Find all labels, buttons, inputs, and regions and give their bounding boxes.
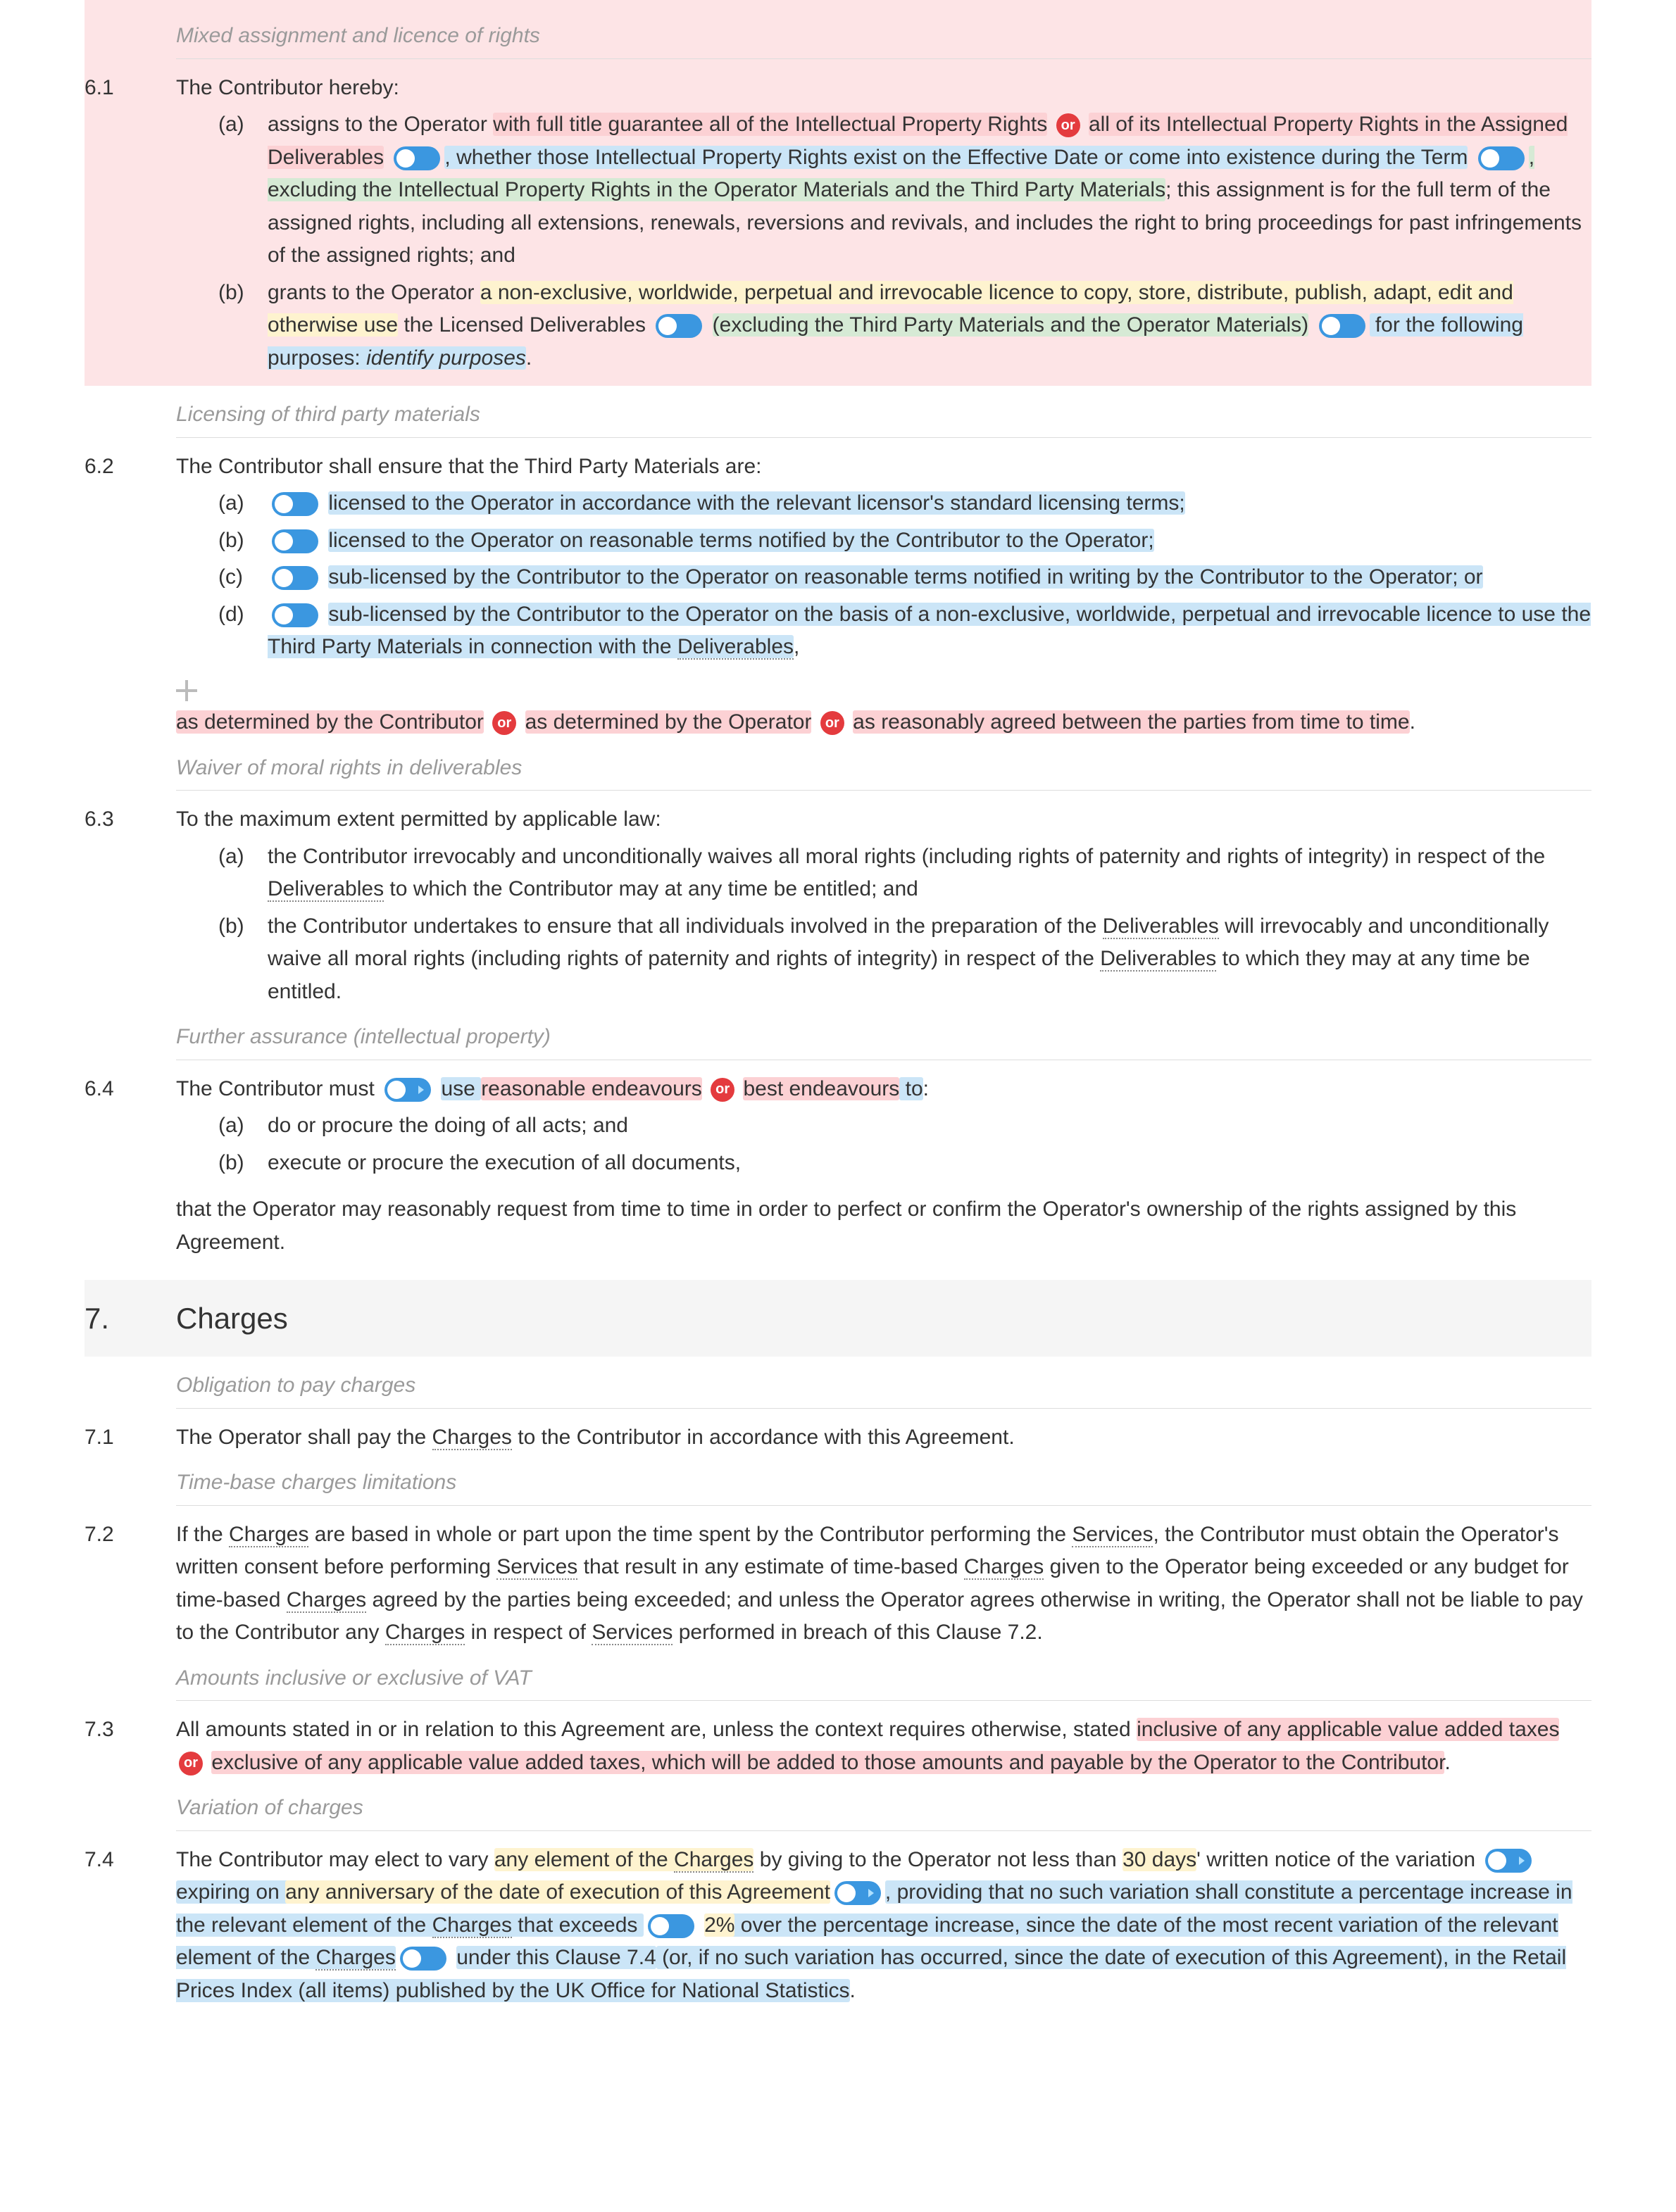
text-6-1-b: grants to the Operator a non-exclusive, … (268, 277, 1591, 375)
toggle-icon[interactable] (272, 529, 318, 553)
clause-num-7-4: 7.4 (85, 1844, 176, 2008)
or-badge[interactable]: or (492, 711, 516, 735)
toggle-icon[interactable] (272, 492, 318, 516)
toggle-icon[interactable] (1478, 146, 1525, 170)
marker-6-1-a: (a) (218, 108, 268, 272)
toggle-icon[interactable] (272, 566, 318, 590)
clause-6-4-trailing: that the Operator may reasonably request… (176, 1193, 1591, 1259)
toggle-icon[interactable] (834, 1881, 881, 1905)
subhead-6-4: Further assurance (intellectual property… (176, 1008, 1591, 1060)
toggle-icon[interactable] (272, 603, 318, 627)
clause-num-7-3: 7.3 (85, 1714, 176, 1779)
subhead-7-1: Obligation to pay charges (176, 1357, 1591, 1409)
toggle-icon[interactable] (384, 1078, 431, 1102)
clause-num-6-4: 6.4 (85, 1073, 176, 1259)
clause-6-1-intro: The Contributor hereby: (176, 72, 1591, 105)
text-6-2-a: licensed to the Operator in accordance w… (268, 487, 1591, 520)
text-6-2-d: sub-licensed by the Contributor to the O… (268, 598, 1591, 664)
toggle-icon[interactable] (656, 314, 702, 338)
text-6-2-b: licensed to the Operator on reasonable t… (268, 524, 1591, 558)
subhead-7-3: Amounts inclusive or exclusive of VAT (176, 1649, 1591, 1702)
clause-6-1-block: Mixed assignment and licence of rights 6… (85, 0, 1591, 386)
toggle-icon[interactable] (400, 1947, 446, 1971)
clause-num-7-1: 7.1 (85, 1421, 176, 1454)
toggle-icon[interactable] (1319, 314, 1365, 338)
or-badge[interactable]: or (1056, 113, 1080, 137)
clause-7-2-body: If the Charges are based in whole or par… (176, 1519, 1591, 1649)
clause-num-6-1: 6.1 (85, 72, 176, 375)
subhead-7-2: Time-base charges limitations (176, 1454, 1591, 1506)
toggle-icon[interactable] (1485, 1849, 1532, 1873)
or-badge[interactable]: or (711, 1078, 734, 1102)
subhead-6-3: Waiver of moral rights in deliverables (176, 739, 1591, 791)
clause-6-2-tail: as determined by the Contributor or as d… (176, 706, 1591, 739)
subhead-6-1: Mixed assignment and licence of rights (176, 7, 1591, 59)
section-title-7: Charges (176, 1295, 288, 1341)
or-badge[interactable]: or (820, 711, 844, 735)
clause-7-1-body: The Operator shall pay the Charges to th… (176, 1421, 1591, 1454)
clause-7-3-body: All amounts stated in or in relation to … (176, 1714, 1591, 1779)
clause-6-4-intro: The Contributor must use reasonable ende… (176, 1073, 1591, 1106)
clause-num-6-3: 6.3 (85, 803, 176, 1008)
text-6-3-a: the Contributor irrevocably and uncondit… (268, 841, 1591, 906)
marker-6-1-b: (b) (218, 277, 268, 375)
drag-handle-icon[interactable] (176, 680, 197, 701)
toggle-icon[interactable] (648, 1914, 694, 1938)
clause-6-3-intro: To the maximum extent permitted by appli… (176, 803, 1591, 836)
clause-num-6-2: 6.2 (85, 451, 176, 739)
text-6-2-c: sub-licensed by the Contributor to the O… (268, 561, 1591, 594)
section-num-7: 7. (85, 1295, 176, 1341)
clause-num-7-2: 7.2 (85, 1519, 176, 1649)
subhead-6-2: Licensing of third party materials (176, 386, 1591, 438)
text-6-1-a: assigns to the Operator with full title … (268, 108, 1591, 272)
section-7-header: 7. Charges (85, 1280, 1591, 1357)
clause-6-2-intro: The Contributor shall ensure that the Th… (176, 451, 1591, 484)
or-badge[interactable]: or (179, 1752, 203, 1776)
text-6-3-b: the Contributor undertakes to ensure tha… (268, 910, 1591, 1009)
text-6-4-a: do or procure the doing of all acts; and (268, 1110, 1591, 1143)
clause-7-4-body: The Contributor may elect to vary any el… (176, 1844, 1591, 2008)
toggle-icon[interactable] (394, 146, 440, 170)
document-body: Mixed assignment and licence of rights 6… (0, 0, 1676, 2035)
text-6-4-b: execute or procure the execution of all … (268, 1147, 1591, 1180)
subhead-7-4: Variation of charges (176, 1779, 1591, 1831)
